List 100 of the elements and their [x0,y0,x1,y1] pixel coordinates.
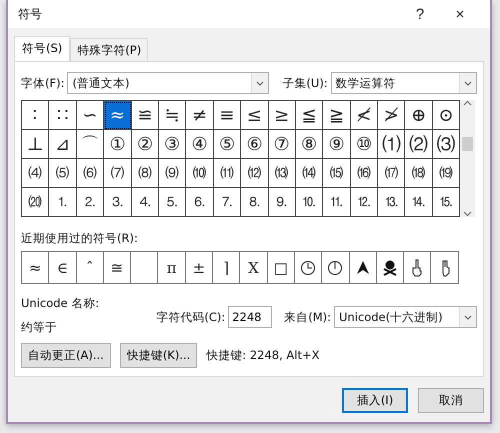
symbol-cell[interactable]: ∽ [76,101,104,130]
symbol-cell[interactable]: ① [104,130,132,159]
symbol-cell[interactable]: ⊿ [49,130,77,159]
symbol-cell[interactable]: ⒖ [432,188,460,217]
symbol-cell[interactable]: ⑥ [241,130,269,159]
clock-icon [327,258,344,276]
insert-button[interactable]: 插入(I) [342,388,408,413]
dropdown-caret-icon[interactable] [250,73,268,93]
symbol-cell[interactable]: ⑧ [296,130,324,159]
symbol-cell[interactable]: ⑩ [350,130,378,159]
symbol-cell[interactable]: ⌒ [76,130,104,159]
symbol-cell[interactable]: ≥ [268,101,296,130]
symbol-cell[interactable]: ⑼ [158,159,186,188]
font-label: 字体(F): [21,76,64,90]
scrollbar-thumb[interactable] [462,136,474,150]
symbol-cell[interactable]: ⒕ [405,188,433,217]
window-title: 符号 [18,6,43,22]
recent-symbol-cell[interactable]: X [240,252,268,283]
symbol-cell[interactable]: ⑻ [132,159,159,188]
close-button[interactable]: × [440,6,480,22]
symbol-cell[interactable]: ⑵ [405,130,433,159]
symbol-cell[interactable]: ⒆ [432,159,460,188]
symbol-cell[interactable]: ∷ [49,101,77,130]
symbol-cell[interactable]: ⑨ [323,130,351,159]
recent-symbol-cell[interactable]: ⌉ [213,252,240,283]
symbol-cell[interactable]: ⒏ [241,188,269,217]
symbol-cell[interactable]: ≠ [186,101,214,130]
symbol-cell[interactable]: ∶ [22,101,50,130]
symbol-cell[interactable]: ⒎ [214,188,242,217]
shortcut-text: 快捷键: 2248, Alt+X [206,348,320,363]
symbol-cell[interactable]: ⒇ [22,188,50,217]
symbol-cell[interactable]: ⒊ [104,188,132,217]
symbol-cell[interactable]: ≯ [378,101,406,130]
scrollbar[interactable] [460,100,476,217]
font-dropdown[interactable]: (普通文本) [67,72,269,94]
cancel-button[interactable]: 取消 [418,388,484,413]
symbol-cell[interactable]: ⒂ [323,159,351,188]
symbol-cell[interactable]: ⑶ [432,130,460,159]
dialog-button[interactable]: 自动更正(A)... [21,343,111,368]
recent-symbol-cell[interactable]: ± [186,252,214,283]
symbol-cell[interactable]: ⊙ [432,101,460,130]
symbol-cell[interactable]: ≦ [296,101,324,130]
symbol-cell[interactable]: ⒒ [323,188,351,217]
symbol-cell[interactable]: ≧ [323,101,351,130]
symbol-cell[interactable]: ≤ [241,101,269,130]
symbol-cell[interactable]: ⒄ [378,159,406,188]
symbol-cell[interactable]: ⒌ [158,188,186,217]
symbol-cell[interactable]: ⒑ [296,188,324,217]
symbol-cell[interactable]: ⒅ [405,159,433,188]
symbol-cell[interactable]: ⒁ [296,159,324,188]
symbol-cell[interactable]: ⒔ [378,188,406,217]
dialog-button[interactable]: 快捷键(K)... [120,343,198,368]
from-dropdown[interactable]: Unicode(十六进制) [334,306,477,328]
symbol-cell[interactable]: ⒐ [268,188,296,217]
subset-dropdown[interactable]: 数学运算符 [330,72,477,94]
scroll-down-icon[interactable] [463,211,472,217]
symbol-cell[interactable]: ⑤ [214,130,242,159]
symbol-cell[interactable]: ≒ [158,101,186,130]
dropdown-caret-icon[interactable] [458,73,476,93]
scroll-up-icon[interactable] [463,100,472,106]
recent-symbol-cell[interactable]: π [158,252,186,283]
recent-symbol-cell[interactable]: ∈ [49,252,77,283]
symbol-cell[interactable]: ⑾ [214,159,242,188]
symbol-cell[interactable]: ⊕ [405,101,433,130]
symbol-cell[interactable]: ⑿ [241,159,269,188]
symbol-cell[interactable]: ② [132,130,159,159]
symbol-cell[interactable]: ⒀ [268,159,296,188]
symbol-cell[interactable]: ⒍ [186,188,214,217]
symbol-cell[interactable]: ⒋ [132,188,159,217]
char-code-label: 字符代码(C): [156,310,226,324]
symbol-cell[interactable]: ④ [186,130,214,159]
symbol-cell[interactable]: ⒈ [49,188,77,217]
symbol-cell[interactable]: ⑦ [268,130,296,159]
skull-crossbones-icon [382,258,398,276]
clock-icon [300,258,316,276]
symbol-cell[interactable]: ⑽ [186,159,214,188]
tab[interactable]: 符号(S) [14,36,70,61]
symbol-cell[interactable]: ⑸ [49,159,77,188]
char-code-field[interactable]: 2248 [228,306,272,328]
symbol-cell[interactable]: ⑹ [76,159,104,188]
symbol-cell[interactable]: ≮ [350,101,378,130]
dropdown-caret-icon[interactable] [459,307,476,327]
symbol-cell[interactable]: ⊥ [22,130,50,159]
recent-symbol-cell[interactable]: ˆ [76,252,104,283]
symbol-cell[interactable]: ⑺ [104,159,132,188]
symbol-cell[interactable]: ⒃ [350,159,378,188]
symbol-cell[interactable]: ⑷ [22,159,50,188]
symbol-cell[interactable]: ≡ [214,101,242,130]
help-button[interactable]: ? [400,6,440,22]
symbol-cell[interactable]: ⑴ [378,130,406,159]
tab[interactable]: 特殊字符(P) [70,38,148,61]
recent-symbol-cell[interactable]: ≈ [22,252,50,283]
recent-symbol-cell[interactable]: ≅ [104,252,132,283]
recent-symbols-label: 近期使用过的符号(R): [21,231,139,246]
symbol-cell[interactable]: ③ [158,130,186,159]
symbol-cell[interactable]: ⒓ [350,188,378,217]
symbol-cell[interactable]: ⒉ [76,188,104,217]
symbol-cell[interactable]: ≌ [132,101,159,130]
symbol-cell[interactable]: ≈ [104,101,132,130]
recent-symbol-cell[interactable]: □ [268,252,295,283]
